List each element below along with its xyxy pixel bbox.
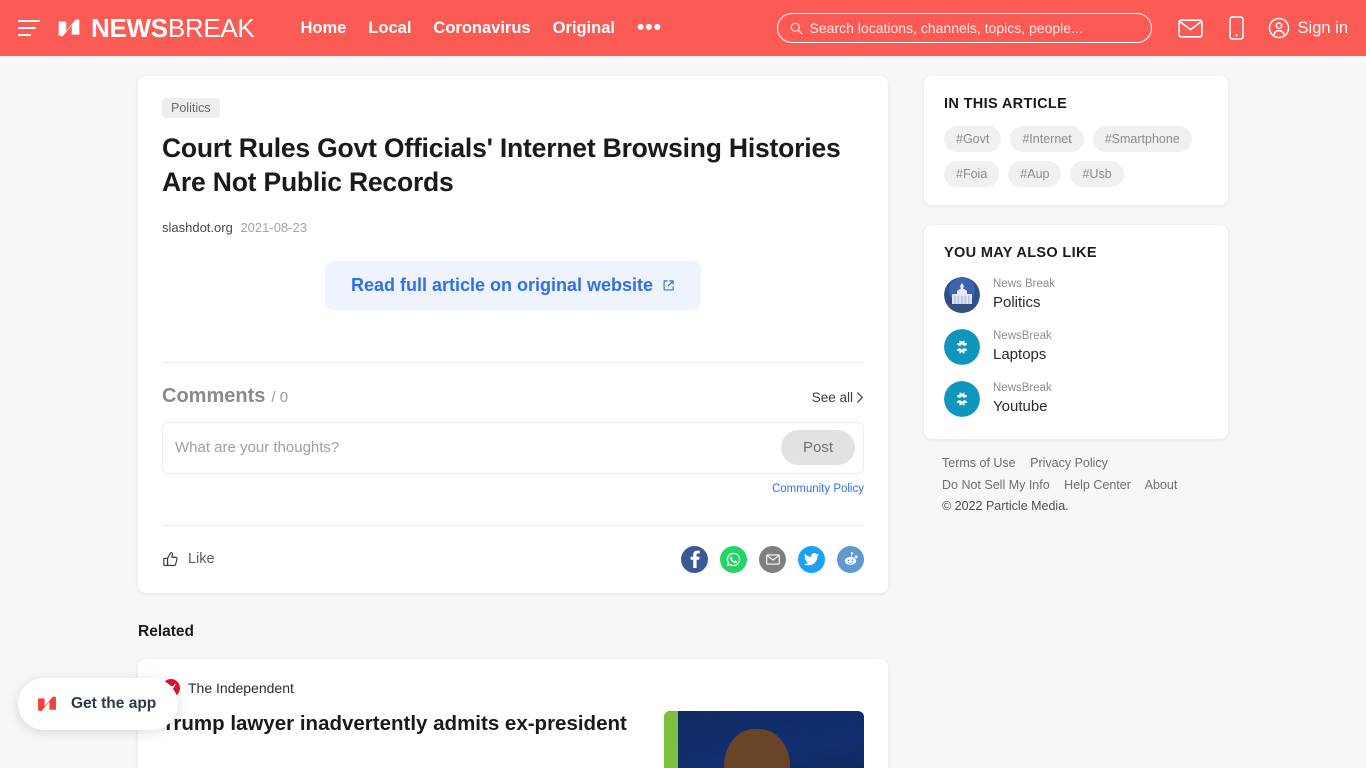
nav-item-local[interactable]: Local	[368, 19, 411, 38]
twitter-icon	[804, 552, 819, 566]
get-the-app-label: Get the app	[71, 695, 157, 712]
tag-smartphone[interactable]: #Smartphone	[1092, 126, 1192, 152]
sign-in-label: Sign in	[1297, 18, 1348, 37]
comment-input[interactable]	[175, 439, 781, 457]
nav-item-home[interactable]: Home	[300, 19, 346, 38]
suggested-channel-laptops[interactable]: NewsBreak Laptops	[944, 329, 1208, 365]
reddit-icon	[844, 551, 858, 565]
share-reddit-button[interactable]	[837, 545, 864, 573]
sign-in-button[interactable]: Sign in	[1268, 17, 1348, 39]
suggested-name: Youtube	[993, 398, 1048, 415]
article-title: Court Rules Govt Officials' Internet Bro…	[162, 133, 841, 197]
envelope-icon	[765, 554, 780, 565]
main-navigation: Home Local Coronavirus Original •••	[300, 17, 662, 38]
get-the-app-button[interactable]: Get the app	[18, 678, 179, 730]
footer-copyright: © 2022 Particle Media.	[942, 499, 1069, 513]
post-comment-button[interactable]: Post	[780, 430, 855, 466]
suggested-publisher: News Break	[993, 278, 1055, 291]
suggested-name: Politics	[993, 294, 1041, 311]
search-icon	[790, 22, 803, 34]
tag-foia[interactable]: #Foia	[944, 161, 1000, 187]
brand-wordmark: NEWSBREAK	[91, 13, 255, 43]
newsbreak-logo-icon	[38, 696, 56, 712]
comments-section: Comments / 0 See all Post	[162, 361, 864, 495]
thumbs-up-icon	[163, 551, 178, 566]
page-body: Politics Court Rules Govt Officials' Int…	[0, 56, 1366, 768]
suggested-channel-youtube[interactable]: NewsBreak Youtube	[944, 381, 1208, 417]
read-full-article-label: Read full article on original website	[350, 274, 654, 295]
share-whatsapp-button[interactable]	[720, 545, 747, 573]
suggested-publisher: NewsBreak	[993, 330, 1052, 343]
sidebar-footer: Terms of Use Privacy Policy Do Not Sell …	[924, 439, 1228, 518]
whatsapp-icon	[726, 552, 741, 566]
chevron-right-icon	[857, 392, 863, 403]
nav-item-original[interactable]: Original	[553, 19, 615, 38]
share-buttons	[681, 545, 864, 573]
main-column: Politics Court Rules Govt Officials' Int…	[138, 76, 888, 768]
facebook-icon	[690, 550, 700, 569]
related-source[interactable]: The Independent	[162, 678, 864, 697]
footer-link-privacy-policy[interactable]: Privacy Policy	[1030, 456, 1108, 470]
like-button[interactable]: Like	[162, 550, 215, 569]
tag-aup[interactable]: #Aup	[1008, 161, 1062, 187]
related-heading: Related	[138, 622, 194, 640]
newsbreak-logo[interactable]: NEWSBREAK	[54, 13, 255, 43]
nav-item-more[interactable]: •••	[637, 17, 662, 37]
comments-title: Comments	[162, 384, 266, 407]
tag-govt[interactable]: #Govt	[944, 126, 1002, 152]
newsbreak-clover-avatar	[944, 329, 980, 365]
footer-link-terms-of-use[interactable]: Terms of Use	[942, 456, 1016, 470]
article-date: 2021-08-23	[240, 219, 307, 235]
tag-internet[interactable]: #Internet	[1010, 126, 1084, 152]
related-source-name: The Independent	[188, 679, 294, 696]
sidebar: In this article #Govt #Internet #Smartph…	[924, 76, 1228, 518]
share-facebook-button[interactable]	[681, 545, 708, 573]
site-header: NEWSBREAK Home Local Coronavirus Origina…	[0, 0, 1366, 56]
article-action-bar: Like	[162, 524, 864, 593]
article-content: Politics Court Rules Govt Officials' Int…	[138, 76, 888, 593]
suggested-channel-politics[interactable]: News Break Politics	[944, 277, 1208, 313]
you-may-also-like-card: You may also like	[924, 225, 1228, 439]
see-all-comments-button[interactable]: See all	[812, 390, 864, 405]
article-source[interactable]: slashdot.org	[162, 220, 233, 235]
share-twitter-button[interactable]	[798, 545, 825, 573]
related-thumbnail	[664, 710, 864, 768]
tag-usb[interactable]: #Usb	[1070, 161, 1124, 187]
community-policy-link[interactable]: Community Policy	[162, 483, 864, 495]
suggested-name: Laptops	[993, 346, 1047, 363]
user-circle-icon	[1268, 17, 1289, 39]
related-title: Trump lawyer inadvertently admits ex-pre…	[162, 711, 627, 735]
see-all-label: See all	[811, 389, 853, 405]
read-full-article-button[interactable]: Read full article on original website	[324, 260, 702, 310]
suggested-publisher: NewsBreak	[993, 382, 1052, 395]
capitol-avatar	[944, 277, 980, 313]
related-card[interactable]: The Independent Trump lawyer inadvertent…	[138, 658, 888, 768]
comments-count: / 0	[271, 388, 289, 406]
comment-input-wrapper[interactable]: Post	[162, 421, 864, 474]
newsbreak-clover-avatar	[944, 381, 980, 417]
article-meta: slashdot.org 2021-08-23	[162, 220, 864, 235]
share-email-button[interactable]	[759, 545, 786, 573]
hamburger-menu-icon[interactable]	[18, 20, 40, 36]
in-this-article-title: In this article	[944, 96, 1068, 112]
footer-link-about[interactable]: About	[1145, 478, 1178, 492]
in-this-article-card: In this article #Govt #Internet #Smartph…	[924, 76, 1228, 205]
article-tags: #Govt #Internet #Smartphone #Foia #Aup #…	[944, 126, 1208, 187]
header-actions: Search locations, channels, topics, peop…	[776, 13, 1348, 43]
like-label: Like	[188, 551, 215, 568]
category-badge[interactable]: Politics	[162, 98, 220, 118]
newsbreak-mark-icon	[58, 19, 80, 37]
search-input[interactable]: Search locations, channels, topics, peop…	[776, 13, 1152, 43]
you-may-also-like-title: You may also like	[944, 245, 1097, 261]
envelope-icon[interactable]	[1177, 18, 1203, 38]
external-link-icon	[663, 280, 674, 291]
nav-item-coronavirus[interactable]: Coronavirus	[433, 19, 530, 38]
footer-link-do-not-sell[interactable]: Do Not Sell My Info	[942, 478, 1050, 492]
footer-link-help-center[interactable]: Help Center	[1064, 478, 1131, 492]
article-card: Politics Court Rules Govt Officials' Int…	[138, 76, 888, 593]
mobile-phone-icon[interactable]	[1228, 16, 1244, 40]
search-placeholder-text: Search locations, channels, topics, peop…	[809, 20, 1083, 36]
